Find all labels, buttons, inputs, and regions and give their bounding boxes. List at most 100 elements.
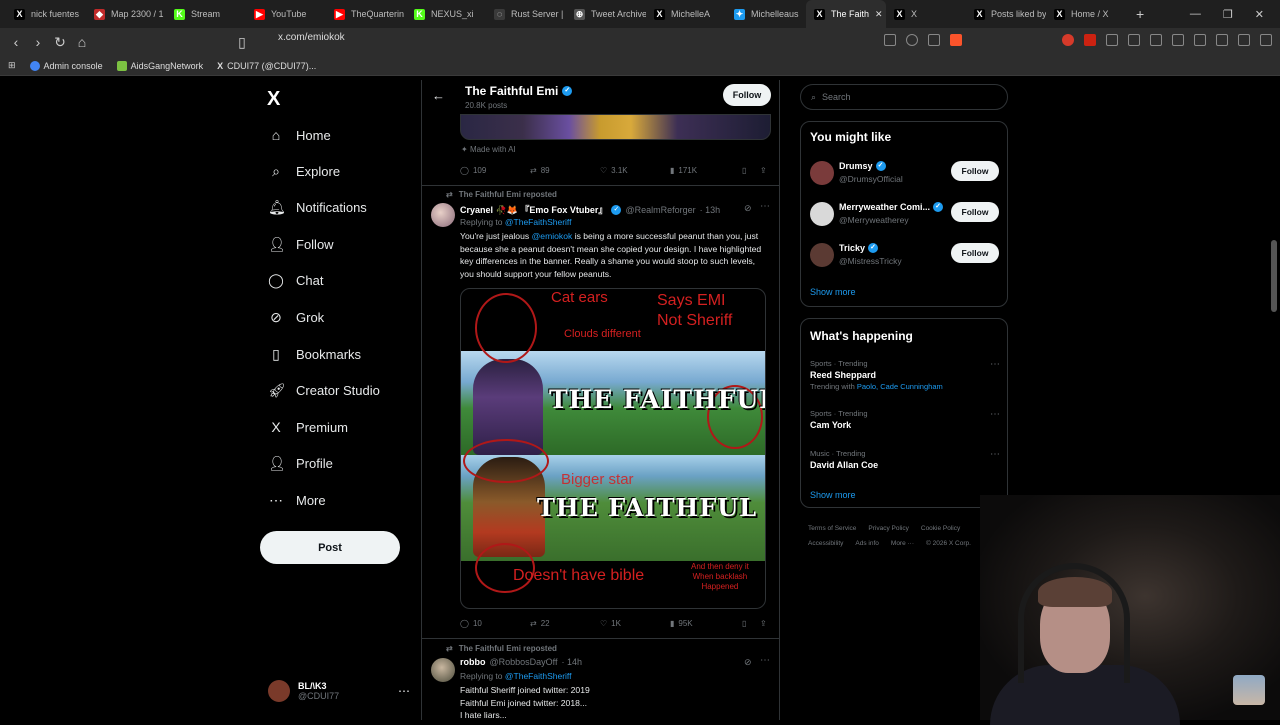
trash-icon[interactable] bbox=[1172, 34, 1184, 46]
tweet-author[interactable]: Cryanel 🥀🦊 『Emo Fox Vtuber』 ✓ @RealmRefo… bbox=[460, 203, 720, 216]
url-text[interactable]: x.com/emiokok bbox=[278, 32, 345, 43]
follow-button[interactable]: Follow bbox=[951, 202, 999, 222]
reply-mention-link[interactable]: @TheFaithSheriff bbox=[505, 671, 572, 681]
avatar[interactable] bbox=[431, 203, 455, 227]
show-more-link[interactable]: Show more bbox=[810, 490, 856, 500]
cast-icon[interactable] bbox=[884, 34, 896, 46]
browser-tab[interactable]: X Home / X bbox=[1046, 0, 1126, 28]
avatar[interactable] bbox=[431, 658, 455, 682]
browser-tab[interactable]: X The Faith ✕ bbox=[806, 0, 886, 28]
extension-box-icon[interactable] bbox=[1128, 34, 1140, 46]
browser-tab[interactable]: ▶ YouTube bbox=[246, 0, 326, 28]
suggestion-item[interactable]: Merryweather Comi... ✓ @Merryweatherey Foll… bbox=[810, 200, 1000, 230]
reply-mention-link[interactable]: @TheFaithSheriff bbox=[505, 217, 572, 227]
nav-item-grok[interactable]: ⊘ Grok bbox=[268, 309, 324, 326]
bookmark-page-icon[interactable]: ▯ bbox=[232, 34, 252, 51]
trend-item[interactable]: Sports · Trending Reed Sheppard Trending w… bbox=[810, 359, 1000, 391]
sidebar-toggle-icon[interactable] bbox=[1216, 34, 1228, 46]
bookmark-tweet-icon[interactable]: ▯ bbox=[742, 166, 746, 175]
account-more-icon[interactable]: ⋯ bbox=[398, 684, 410, 698]
reply-button[interactable]: ◯ 109 bbox=[460, 166, 530, 175]
nav-item-more[interactable]: ⋯ More bbox=[268, 492, 326, 509]
brave-shield-icon[interactable] bbox=[950, 34, 962, 46]
trend-with-links[interactable]: Paolo, Cade Cunningham bbox=[857, 382, 943, 391]
wallet-icon[interactable] bbox=[1238, 34, 1250, 46]
views-button[interactable]: ▮ 171K bbox=[670, 166, 740, 175]
browser-tab[interactable]: XX bbox=[886, 0, 966, 28]
page-scrollbar[interactable] bbox=[1271, 240, 1277, 312]
print-icon[interactable] bbox=[1194, 34, 1206, 46]
trend-item[interactable]: Music · Trending David Allan Coe ⋯ bbox=[810, 449, 1000, 470]
repost-button[interactable]: ⇄ 89 bbox=[530, 166, 600, 175]
new-tab-icon[interactable]: + bbox=[1126, 6, 1154, 22]
post-button[interactable]: Post bbox=[260, 531, 400, 564]
zoom-icon[interactable] bbox=[906, 34, 918, 46]
suggestion-item[interactable]: Tricky ✓ @MistressTricky Follow bbox=[810, 241, 1000, 271]
share-tweet-icon[interactable]: ⇪ bbox=[760, 619, 767, 628]
bookmark-aidsgangnetwork[interactable]: AidsGangNetwork bbox=[116, 60, 203, 71]
repost-button[interactable]: ⇄ 22 bbox=[530, 619, 600, 628]
follow-button[interactable]: Follow bbox=[951, 243, 999, 263]
share-tweet-icon[interactable]: ⇪ bbox=[760, 166, 767, 175]
restore-icon[interactable]: ❐ bbox=[1223, 8, 1233, 21]
tweet-author[interactable]: robbo @RobbosDayOff · 14h bbox=[460, 657, 582, 667]
like-button[interactable]: ♡ 1K bbox=[600, 619, 670, 628]
puzzle-icon[interactable] bbox=[1106, 34, 1118, 46]
footer-link[interactable]: © 2026 X Corp. bbox=[926, 540, 971, 547]
close-window-icon[interactable]: ✕ bbox=[1255, 8, 1264, 21]
reply-button[interactable]: ◯ 10 bbox=[460, 619, 530, 628]
nav-item-creator-studio[interactable]: 🚀︎ Creator Studio bbox=[268, 382, 380, 399]
apps-grid-icon[interactable]: ⊞ bbox=[8, 60, 16, 71]
forward-arrow-icon[interactable]: › bbox=[28, 34, 48, 50]
extension-screen-icon[interactable] bbox=[1150, 34, 1162, 46]
share-icon[interactable] bbox=[928, 34, 940, 46]
x-logo-icon[interactable]: X bbox=[267, 88, 280, 111]
account-switcher[interactable]: BL/\K3 @CDUI77 bbox=[268, 680, 339, 702]
extension-stop-icon[interactable] bbox=[1084, 34, 1096, 46]
bookmark-tweet-icon[interactable]: ▯ bbox=[742, 619, 746, 628]
mention-link[interactable]: @emiokok bbox=[532, 231, 573, 241]
suggestion-item[interactable]: Drumsy ✓ @DrumsyOfficial Follow bbox=[810, 159, 1000, 189]
search-input[interactable]: ⌕ Search bbox=[800, 84, 1008, 110]
show-more-link[interactable]: Show more bbox=[810, 287, 856, 297]
nav-item-premium[interactable]: X Premium bbox=[268, 419, 348, 435]
trend-more-icon[interactable]: ⋯ bbox=[990, 359, 1000, 370]
minimize-icon[interactable]: — bbox=[1190, 8, 1201, 20]
browser-tab[interactable]: K NEXUS_xi bbox=[406, 0, 486, 28]
footer-link[interactable]: Privacy Policy bbox=[868, 525, 908, 532]
menu-icon[interactable] bbox=[1260, 34, 1272, 46]
browser-tab[interactable]: X Posts liked by bbox=[966, 0, 1046, 28]
browser-tab[interactable]: K Stream bbox=[166, 0, 246, 28]
follow-button[interactable]: Follow bbox=[951, 161, 999, 181]
grok-icon[interactable]: ⊘ bbox=[744, 203, 752, 214]
views-button[interactable]: ▮ 95K bbox=[670, 619, 740, 628]
bookmark-admin-console[interactable]: Admin console bbox=[29, 60, 103, 71]
nav-item-follow[interactable]: 👤︎ Follow bbox=[268, 236, 334, 253]
grok-icon[interactable]: ⊘ bbox=[744, 657, 752, 668]
nav-item-bookmarks[interactable]: ▯ Bookmarks bbox=[268, 346, 361, 363]
nav-item-home[interactable]: ⌂ Home bbox=[268, 127, 331, 143]
extension-red-icon[interactable] bbox=[1062, 34, 1074, 46]
trend-item[interactable]: Sports · Trending Cam York ⋯ bbox=[810, 409, 1000, 430]
browser-tab[interactable]: ◆ Map 2300 / 1 bbox=[86, 0, 166, 28]
browser-tab[interactable]: ⊕ Tweet Archive bbox=[566, 0, 646, 28]
home-browser-icon[interactable]: ⌂ bbox=[72, 34, 92, 50]
tweet-image[interactable]: Cat ears Says EMI Not Sheriff Clouds dif… bbox=[460, 288, 766, 609]
more-options-icon[interactable]: ⋯ bbox=[760, 655, 770, 666]
back-arrow-icon[interactable]: ‹ bbox=[6, 34, 26, 50]
reload-icon[interactable]: ↻ bbox=[50, 34, 70, 51]
browser-tab[interactable]: Xnick fuentes bbox=[6, 0, 86, 28]
footer-link[interactable]: Cookie Policy bbox=[921, 525, 960, 532]
footer-link[interactable]: Accessibility bbox=[808, 540, 843, 547]
close-tab-icon[interactable]: ✕ bbox=[875, 9, 883, 20]
nav-item-notifications[interactable]: 🔔︎ Notifications bbox=[268, 199, 367, 216]
browser-tab[interactable]: ◌ Rust Server | bbox=[486, 0, 566, 28]
back-arrow-icon[interactable]: ← bbox=[432, 88, 445, 103]
follow-button[interactable]: Follow bbox=[723, 84, 771, 106]
nav-item-chat[interactable]: ◯ Chat bbox=[268, 272, 323, 289]
like-button[interactable]: ♡ 3.1K bbox=[600, 166, 670, 175]
more-options-icon[interactable]: ⋯ bbox=[760, 201, 770, 212]
browser-tab[interactable]: ✦ Michelleaus bbox=[726, 0, 806, 28]
footer-link[interactable]: Terms of Service bbox=[808, 525, 856, 532]
nav-item-explore[interactable]: ⌕ Explore bbox=[268, 163, 340, 180]
